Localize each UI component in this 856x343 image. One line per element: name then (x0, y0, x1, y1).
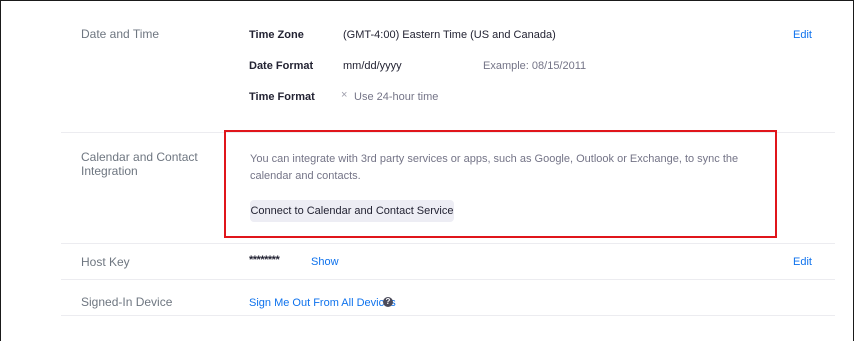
signed-in-label: Signed-In Device (81, 295, 173, 309)
calendar-label: Calendar and Contact Integration (81, 150, 198, 178)
time-format-value[interactable]: Use 24-hour time (354, 91, 438, 103)
x-icon[interactable]: × (341, 89, 347, 101)
date-time-label: Date and Time (81, 27, 160, 41)
time-zone-label: Time Zone (249, 29, 304, 41)
date-time-section (61, 1, 835, 133)
host-key-edit-link[interactable]: Edit (793, 256, 812, 268)
host-key-masked-value: ******** (249, 254, 280, 266)
date-format-value: mm/dd/yyyy (343, 60, 402, 72)
info-icon[interactable]: ? (383, 297, 393, 307)
host-key-label: Host Key (81, 255, 130, 269)
connect-calendar-button[interactable]: Connect to Calendar and Contact Service (250, 200, 454, 222)
date-format-example: Example: 08/15/2011 (483, 60, 587, 72)
host-key-show-link[interactable]: Show (311, 256, 339, 268)
time-zone-value: (GMT-4:00) Eastern Time (US and Canada) (343, 29, 556, 41)
sign-out-all-devices-link[interactable]: Sign Me Out From All Devices (249, 297, 396, 309)
time-zone-edit-link[interactable]: Edit (793, 29, 812, 41)
calendar-description: You can integrate with 3rd party service… (250, 153, 739, 182)
date-format-label: Date Format (249, 60, 314, 72)
time-format-label: Time Format (249, 91, 315, 103)
settings-panel: Date and Time Time Zone (GMT-4:00) Easte… (0, 0, 854, 341)
host-key-section (61, 244, 835, 280)
signed-in-section (61, 280, 835, 316)
